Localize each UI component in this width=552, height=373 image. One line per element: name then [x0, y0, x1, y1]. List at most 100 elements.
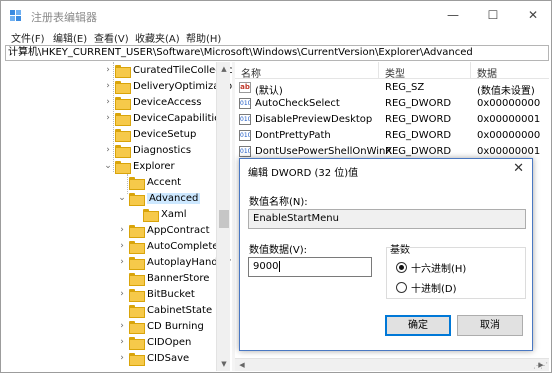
folder-icon — [129, 224, 145, 238]
column-divider[interactable] — [378, 62, 379, 78]
value-name: AutoCheckSelect — [255, 98, 340, 109]
tree-item-autocomplete[interactable]: › AutoComplete — [117, 238, 218, 254]
value-row[interactable]: 010 DisablePreviewDesktop REG_DWORD 0x00… — [235, 112, 549, 128]
menu-view[interactable]: 查看(V) — [94, 30, 129, 45]
maximize-button[interactable]: ☐ — [478, 5, 508, 25]
text-caret — [279, 260, 281, 272]
tree-item-devicesetup[interactable]: DeviceSetup — [103, 126, 196, 142]
tree-item-label: AppContract — [147, 224, 210, 236]
expand-chevron-icon[interactable]: › — [103, 145, 113, 155]
folder-icon — [115, 96, 131, 110]
tree-item-deviceaccess[interactable]: › DeviceAccess — [103, 94, 201, 110]
tree-item-diagnostics[interactable]: › Diagnostics — [103, 142, 191, 158]
value-data: 0x00000000 — [477, 98, 541, 109]
expand-chevron-icon[interactable]: › — [117, 353, 127, 363]
value-row[interactable]: 010 AutoCheckSelect REG_DWORD 0x00000000 — [235, 96, 549, 112]
value-row[interactable]: 010 DontPrettyPath REG_DWORD 0x00000000 — [235, 128, 549, 144]
tree-item-deliveryoptimization[interactable]: › DeliveryOptimizatio — [103, 78, 232, 94]
radio-hex-label: 十六进制(H) — [411, 264, 467, 275]
scroll-up-arrow-icon[interactable]: ▲ — [217, 62, 231, 76]
tree-item-label: CabinetState — [147, 304, 213, 316]
scroll-thumb[interactable] — [219, 210, 229, 228]
folder-icon — [129, 352, 145, 366]
expand-chevron-icon[interactable]: › — [103, 97, 113, 107]
tree-item-explorer[interactable]: ⌄ Explorer — [103, 158, 175, 174]
folder-icon — [129, 320, 145, 334]
list-horizontal-scrollbar[interactable]: ◀ ▶ — [235, 358, 549, 371]
tree-item-bannerstore[interactable]: BannerStore — [117, 270, 209, 286]
tree-item-xaml[interactable]: Xaml — [131, 206, 187, 222]
address-bar[interactable]: 计算机\HKEY_CURRENT_USER\Software\Microsoft… — [5, 45, 549, 61]
tree-item-appcontract[interactable]: › AppContract — [117, 222, 210, 238]
column-header-name[interactable]: 名称 — [241, 65, 261, 80]
radio-unselected-icon — [396, 282, 407, 293]
value-data-label: 数值数据(V): — [249, 245, 308, 256]
tree-item-cabinetstate[interactable]: CabinetState — [117, 302, 212, 318]
tree-item-devicecapabilities[interactable]: › DeviceCapabilities — [103, 110, 226, 126]
tree-item-label: Advanced — [147, 192, 201, 204]
tree-item-curatedtilecollections[interactable]: › CuratedTileCollectic — [103, 62, 233, 78]
ok-button[interactable]: 确定 — [385, 315, 451, 336]
value-row[interactable]: ab (默认) REG_SZ (数值未设置) — [235, 80, 549, 97]
dialog-close-icon[interactable]: ✕ — [513, 161, 524, 176]
tree-item-label: Diagnostics — [133, 144, 192, 156]
value-type: REG_DWORD — [385, 130, 452, 141]
tree-item-label: Accent — [147, 176, 182, 188]
tree-vertical-scrollbar[interactable]: ▲ ▼ — [216, 62, 230, 371]
scroll-down-arrow-icon[interactable]: ▼ — [217, 357, 231, 371]
scroll-left-arrow-icon[interactable]: ◀ — [235, 358, 249, 372]
title-bar[interactable]: 注册表编辑器 — ☐ ✕ — [1, 1, 551, 29]
value-name: DontPrettyPath — [255, 130, 331, 141]
folder-icon — [129, 288, 145, 302]
column-divider[interactable] — [470, 62, 471, 78]
tree-item-label: Explorer — [133, 160, 175, 172]
expand-chevron-icon[interactable]: › — [117, 321, 127, 331]
minimize-button[interactable]: — — [438, 5, 468, 25]
collapse-chevron-icon[interactable]: ⌄ — [103, 161, 113, 171]
column-header-data[interactable]: 数据 — [477, 65, 497, 80]
value-name: (默认) — [255, 86, 283, 97]
tree-item-bitbucket[interactable]: › BitBucket — [117, 286, 195, 302]
tree-item-cidsave[interactable]: › CIDSave — [117, 350, 189, 366]
expand-chevron-icon[interactable]: › — [117, 241, 127, 251]
tree-item-cd-burning[interactable]: › CD Burning — [117, 318, 204, 334]
registry-editor-window: 注册表编辑器 — ☐ ✕ 文件(F) 编辑(E) 查看(V) 收藏夹(A) 帮助… — [0, 0, 552, 373]
expand-chevron-icon[interactable]: › — [117, 225, 127, 235]
value-data-input[interactable]: 9000 — [248, 257, 372, 277]
folder-icon — [129, 336, 145, 350]
tree-item-label: DeviceAccess — [133, 96, 202, 108]
tree-item-label: CD Burning — [147, 320, 204, 332]
radio-dec-label: 十进制(D) — [411, 284, 457, 295]
tree-item-cidopen[interactable]: › CIDOpen — [117, 334, 191, 350]
column-header-type[interactable]: 类型 — [385, 65, 405, 80]
menu-bar: 文件(F) 编辑(E) 查看(V) 收藏夹(A) 帮助(H) — [1, 29, 551, 45]
expand-chevron-icon[interactable]: › — [103, 65, 113, 75]
expand-chevron-icon[interactable]: › — [117, 257, 127, 267]
menu-file[interactable]: 文件(F) — [11, 30, 45, 45]
tree-item-accent[interactable]: Accent — [117, 174, 181, 190]
menu-help[interactable]: 帮助(H) — [186, 30, 221, 45]
resize-grip-icon[interactable]: ⋰⋰ — [533, 361, 548, 370]
cancel-button[interactable]: 取消 — [457, 315, 523, 336]
collapse-chevron-icon[interactable]: ⌄ — [117, 193, 127, 203]
menu-edit[interactable]: 编辑(E) — [53, 30, 87, 45]
value-name: DontUsePowerShellOnWinX — [255, 146, 393, 157]
dialog-title: 编辑 DWORD (32 位)值 — [248, 168, 359, 179]
radio-hexadecimal[interactable]: 十六进制(H) — [396, 260, 466, 275]
tree-item-label: BitBucket — [147, 288, 195, 300]
tree-item-label: CIDOpen — [147, 336, 192, 348]
close-button[interactable]: ✕ — [518, 5, 548, 25]
radio-decimal[interactable]: 十进制(D) — [396, 280, 457, 295]
expand-chevron-icon[interactable]: › — [117, 337, 127, 347]
menu-favorites[interactable]: 收藏夹(A) — [135, 30, 180, 45]
tree-item-autoplayhandlers[interactable]: › AutoplayHandler — [117, 254, 231, 270]
expand-chevron-icon[interactable]: › — [103, 81, 113, 91]
folder-open-icon — [115, 160, 131, 174]
value-type: REG_DWORD — [385, 98, 452, 109]
radio-selected-icon — [396, 262, 407, 273]
expand-chevron-icon[interactable]: › — [117, 289, 127, 299]
tree-item-advanced[interactable]: ⌄ Advanced — [117, 190, 201, 206]
folder-icon — [129, 256, 145, 270]
expand-chevron-icon[interactable]: › — [103, 113, 113, 123]
folder-icon — [115, 80, 131, 94]
